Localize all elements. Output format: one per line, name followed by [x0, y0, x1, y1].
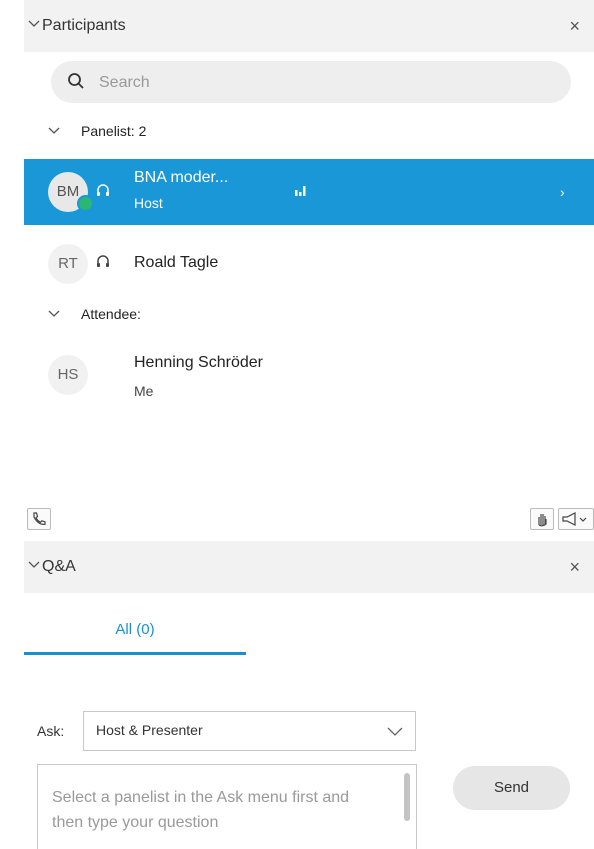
question-input[interactable]: Select a panelist in the Ask menu first … — [37, 764, 417, 849]
participant-search[interactable] — [51, 61, 571, 105]
chevron-down-icon — [48, 310, 60, 317]
headset-icon — [97, 184, 109, 196]
participant-name: Henning Schröder — [134, 354, 263, 371]
participant-row-attendee[interactable]: HS Henning Schröder Me — [24, 343, 594, 409]
qa-title: Q&A — [42, 558, 76, 575]
headset-icon — [97, 255, 109, 267]
participant-row-panelist[interactable]: RT Roald Tagle — [24, 236, 594, 292]
qa-close-icon[interactable]: × — [569, 558, 580, 576]
participants-header: Participants × — [24, 0, 594, 52]
search-icon — [68, 73, 84, 89]
participants-title: Participants — [42, 17, 126, 34]
avatar: HS — [48, 355, 88, 395]
more-reactions-button[interactable] — [558, 508, 594, 530]
tab-all-label: All (0) — [115, 621, 155, 638]
panelist-group-header[interactable]: Panelist: 2 — [24, 118, 594, 148]
presence-status-icon — [77, 195, 94, 212]
chevron-down-icon[interactable] — [28, 20, 40, 28]
chevron-down-icon — [387, 727, 403, 736]
tab-active-indicator — [24, 652, 246, 655]
raise-hand-button[interactable] — [530, 508, 554, 530]
phone-icon — [33, 512, 46, 525]
participants-close-icon[interactable]: × — [569, 17, 580, 35]
send-button[interactable]: Send — [453, 766, 570, 810]
participant-role: Me — [134, 383, 154, 399]
ask-recipient-select[interactable]: Host & Presenter — [83, 711, 416, 751]
call-button[interactable] — [27, 508, 51, 530]
audio-level-icon — [295, 186, 306, 196]
participant-role: Host — [134, 195, 163, 211]
chevron-down-icon[interactable] — [28, 561, 40, 569]
chevron-right-icon[interactable]: › — [560, 184, 565, 200]
megaphone-icon — [562, 512, 587, 526]
search-input[interactable] — [97, 61, 561, 105]
chevron-down-icon — [48, 127, 60, 134]
participant-name: BNA moder... — [134, 169, 229, 186]
panelist-group-label: Panelist: 2 — [81, 123, 147, 139]
attendee-group-header[interactable]: Attendee: — [24, 301, 594, 331]
raise-hand-icon — [538, 514, 547, 527]
ask-selected-value: Host & Presenter — [96, 722, 203, 738]
qa-header: Q&A × — [24, 541, 594, 593]
scrollbar[interactable] — [404, 773, 410, 821]
avatar: RT — [48, 244, 88, 284]
question-placeholder: Select a panelist in the Ask menu first … — [52, 789, 350, 831]
tab-all[interactable]: All (0) — [24, 613, 246, 653]
participant-row-host[interactable]: BM BNA moder... Host › — [24, 159, 594, 225]
attendee-group-label: Attendee: — [81, 306, 141, 322]
participant-name: Roald Tagle — [134, 254, 219, 271]
ask-label: Ask: — [37, 723, 65, 739]
